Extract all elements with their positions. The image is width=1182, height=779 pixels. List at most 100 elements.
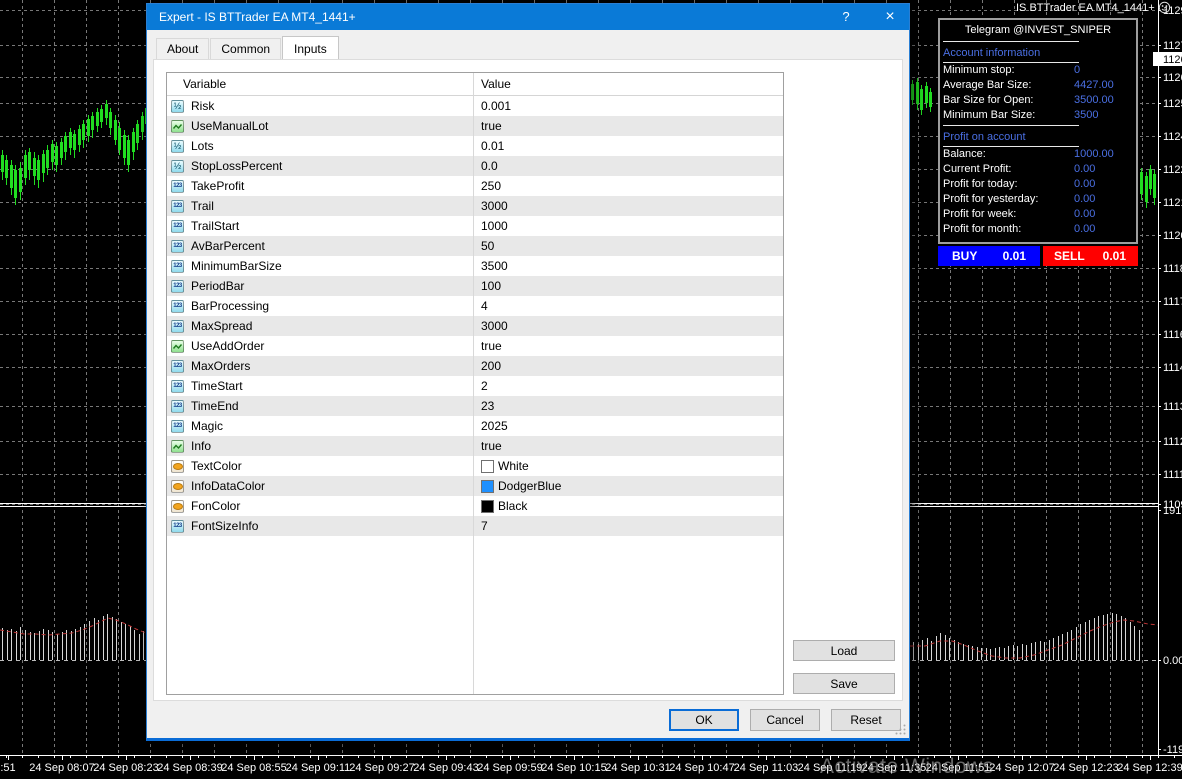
color-type-icon bbox=[171, 480, 184, 493]
param-name: MaxSpread bbox=[191, 316, 252, 336]
panel-row-label: Profit for week: bbox=[943, 208, 1016, 220]
param-value-cell[interactable]: 100 bbox=[473, 276, 783, 296]
param-name: UseManualLot bbox=[191, 116, 268, 136]
svg-text:1118: 1118 bbox=[1163, 263, 1182, 275]
param-row[interactable]: InfoDataColor DodgerBlue bbox=[167, 476, 783, 496]
color-swatch bbox=[481, 500, 494, 513]
bool-type-icon bbox=[171, 120, 184, 133]
param-value-cell[interactable]: 0.01 bbox=[473, 136, 783, 156]
panel-row: Minimum stop:0 bbox=[943, 63, 1136, 78]
param-value: DodgerBlue bbox=[498, 476, 561, 496]
ok-button[interactable]: OK bbox=[669, 709, 739, 731]
int-type-icon: 123 bbox=[171, 400, 184, 413]
param-value-cell[interactable]: White bbox=[473, 456, 783, 476]
param-value-cell[interactable]: 0.0 bbox=[473, 156, 783, 176]
svg-text:0.00: 0.00 bbox=[1163, 655, 1182, 667]
param-row[interactable]: 123AvBarPercent50 bbox=[167, 236, 783, 256]
sell-button[interactable]: SELL 0.01 bbox=[1043, 246, 1138, 266]
param-row[interactable]: 123FontSizeInfo7 bbox=[167, 516, 783, 536]
param-value-cell[interactable]: 3500 bbox=[473, 256, 783, 276]
tab-inputs[interactable]: Inputs bbox=[282, 36, 339, 60]
int-type-icon: 123 bbox=[171, 280, 184, 293]
param-name: BarProcessing bbox=[191, 296, 269, 316]
svg-text:24 Sep 08:55: 24 Sep 08:55 bbox=[221, 762, 286, 774]
param-value-cell[interactable]: true bbox=[473, 336, 783, 356]
param-value-cell[interactable]: true bbox=[473, 436, 783, 456]
param-row[interactable]: 123BarProcessing4 bbox=[167, 296, 783, 316]
param-value-cell[interactable]: true bbox=[473, 116, 783, 136]
param-row[interactable]: 123TimeStart2 bbox=[167, 376, 783, 396]
panel-row: Bar Size for Open:3500.00 bbox=[943, 93, 1136, 108]
param-name-cell: Info bbox=[167, 436, 473, 456]
tab-common[interactable]: Common bbox=[210, 38, 281, 59]
param-name-cell: 123MinimumBarSize bbox=[167, 256, 473, 276]
panel-divider bbox=[943, 41, 1079, 42]
param-name-cell: 123Magic bbox=[167, 416, 473, 436]
param-row[interactable]: 123MinimumBarSize3500 bbox=[167, 256, 783, 276]
param-row[interactable]: 123 TimeEnd 23 bbox=[167, 396, 783, 416]
param-value-cell[interactable]: 2 bbox=[473, 376, 783, 396]
param-row[interactable]: 123MaxOrders200 bbox=[167, 356, 783, 376]
param-name: Risk bbox=[191, 96, 214, 116]
param-name: MaxOrders bbox=[191, 356, 250, 376]
close-icon[interactable]: × bbox=[875, 4, 905, 30]
tab-about[interactable]: About bbox=[156, 38, 209, 59]
param-value-cell[interactable]: DodgerBlue bbox=[473, 476, 783, 496]
svg-text:1127: 1127 bbox=[1163, 40, 1182, 52]
svg-text::51: :51 bbox=[0, 762, 15, 774]
panel-row: Profit for month:0.00 bbox=[943, 222, 1136, 237]
param-value-cell[interactable]: 200 bbox=[473, 356, 783, 376]
svg-text:24 Sep 10:15: 24 Sep 10:15 bbox=[541, 762, 606, 774]
param-row[interactable]: UseManualLot true bbox=[167, 116, 783, 136]
param-value-cell[interactable]: Black bbox=[473, 496, 783, 516]
panel-row-value: 0.00 bbox=[1074, 207, 1095, 222]
buy-button[interactable]: BUY 0.01 bbox=[938, 246, 1040, 266]
param-name-cell: InfoDataColor bbox=[167, 476, 473, 496]
param-row[interactable]: 123PeriodBar100 bbox=[167, 276, 783, 296]
param-value-cell[interactable]: 3000 bbox=[473, 316, 783, 336]
param-name: StopLossPercent bbox=[191, 156, 282, 176]
param-row[interactable]: TextColorWhite bbox=[167, 456, 783, 476]
param-row[interactable]: 123TakeProfit250 bbox=[167, 176, 783, 196]
color-type-icon bbox=[171, 500, 184, 513]
param-row[interactable]: FonColorBlack bbox=[167, 496, 783, 516]
param-value: 23 bbox=[481, 396, 494, 416]
panel-row-value: 1000.00 bbox=[1074, 147, 1114, 162]
param-value-cell[interactable]: 23 bbox=[473, 396, 783, 416]
param-row[interactable]: 123TrailStart1000 bbox=[167, 216, 783, 236]
param-row[interactable]: UseAddOrdertrue bbox=[167, 336, 783, 356]
param-value-cell[interactable]: 1000 bbox=[473, 216, 783, 236]
param-value-cell[interactable]: 4 bbox=[473, 296, 783, 316]
dialog-titlebar[interactable]: Expert - IS BTTrader EA MT4_1441+ ? × bbox=[147, 4, 909, 30]
bool-type-icon bbox=[171, 440, 184, 453]
svg-text:-119.: -119. bbox=[1163, 744, 1182, 756]
help-button[interactable]: ? bbox=[831, 4, 861, 30]
cancel-button[interactable]: Cancel bbox=[750, 709, 820, 731]
param-row[interactable]: ½Risk0.001 bbox=[167, 96, 783, 116]
param-row[interactable]: 123Trail3000 bbox=[167, 196, 783, 216]
load-button[interactable]: Load bbox=[793, 640, 895, 661]
int-type-icon: 123 bbox=[171, 420, 184, 433]
param-value-cell[interactable]: 250 bbox=[473, 176, 783, 196]
param-row[interactable]: Infotrue bbox=[167, 436, 783, 456]
resize-grip[interactable] bbox=[894, 723, 907, 736]
param-value-cell[interactable]: 7 bbox=[473, 516, 783, 536]
panel-row: Profit for week: 0.00 bbox=[943, 207, 1136, 222]
svg-text:24 Sep 09:11: 24 Sep 09:11 bbox=[286, 762, 351, 774]
param-name: InfoDataColor bbox=[191, 476, 265, 496]
panel-sections: Account informationMinimum stop:0Average… bbox=[940, 47, 1136, 237]
param-value-cell[interactable]: 3000 bbox=[473, 196, 783, 216]
param-row[interactable]: 123Magic2025 bbox=[167, 416, 783, 436]
param-name-cell: 123FontSizeInfo bbox=[167, 516, 473, 536]
param-value-cell[interactable]: 50 bbox=[473, 236, 783, 256]
param-value-cell[interactable]: 2025 bbox=[473, 416, 783, 436]
save-button[interactable]: Save bbox=[793, 673, 895, 694]
reset-button[interactable]: Reset bbox=[831, 709, 901, 731]
param-row[interactable]: 123MaxSpread3000 bbox=[167, 316, 783, 336]
param-row[interactable]: ½StopLossPercent0.0 bbox=[167, 156, 783, 176]
param-value-cell[interactable]: 0.001 bbox=[473, 96, 783, 116]
param-value: 250 bbox=[481, 176, 501, 196]
panel-row-label: Bar Size for Open: bbox=[943, 94, 1034, 106]
param-name: TimeEnd bbox=[191, 396, 239, 416]
param-row[interactable]: ½Lots0.01 bbox=[167, 136, 783, 156]
